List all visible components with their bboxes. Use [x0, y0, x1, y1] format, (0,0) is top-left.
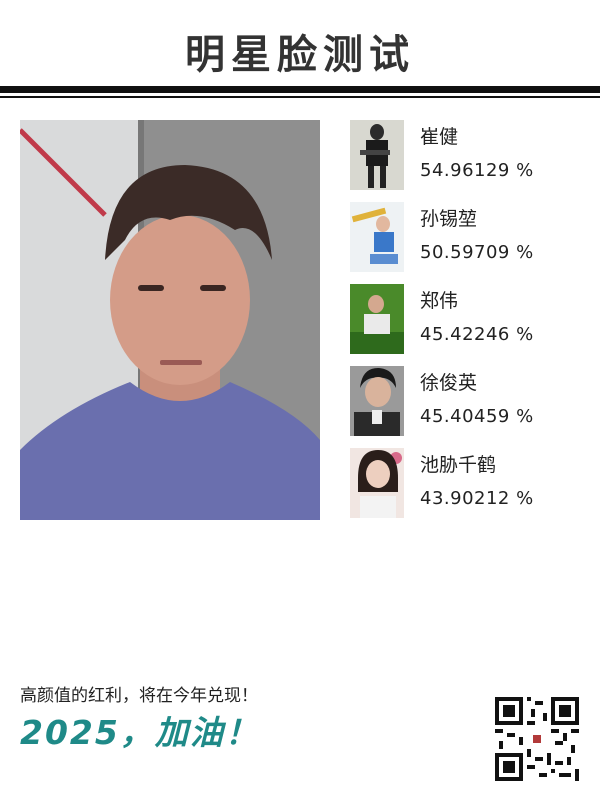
result-item[interactable]: 崔健 54.96129 %	[350, 120, 590, 190]
celebrity-photo	[350, 448, 404, 518]
similarity-score: 43.90212 %	[420, 488, 534, 509]
result-item[interactable]: 郑伟 45.42246 %	[350, 284, 590, 354]
cheer-text: 2025，加油！	[20, 713, 260, 752]
header-divider-thin	[0, 96, 600, 98]
celebrity-name: 郑伟	[420, 290, 459, 312]
celebrity-name: 孙锡堃	[420, 208, 478, 230]
celebrity-name: 徐俊英	[420, 372, 478, 394]
result-item[interactable]: 孙锡堃 50.59709 %	[350, 202, 590, 272]
page-title: 明星脸测试	[185, 32, 415, 78]
celebrity-photo	[350, 366, 404, 436]
similarity-score: 54.96129 %	[420, 160, 534, 181]
similarity-score: 45.42246 %	[420, 324, 534, 345]
header-divider-thick	[0, 86, 600, 93]
celebrity-photo	[350, 284, 404, 354]
slogan-text: 高颜值的红利，将在今年兑现！	[20, 686, 258, 706]
similarity-score: 45.40459 %	[420, 406, 534, 427]
user-photo	[20, 120, 320, 520]
celebrity-photo	[350, 202, 404, 272]
result-item[interactable]: 池胁千鹤 43.90212 %	[350, 448, 590, 518]
result-item[interactable]: 徐俊英 45.40459 %	[350, 366, 590, 436]
similarity-score: 50.59709 %	[420, 242, 534, 263]
celebrity-photo	[350, 120, 404, 190]
qr-code-icon[interactable]	[495, 697, 579, 781]
celebrity-name: 崔健	[420, 126, 459, 148]
celebrity-name: 池胁千鹤	[420, 454, 497, 476]
